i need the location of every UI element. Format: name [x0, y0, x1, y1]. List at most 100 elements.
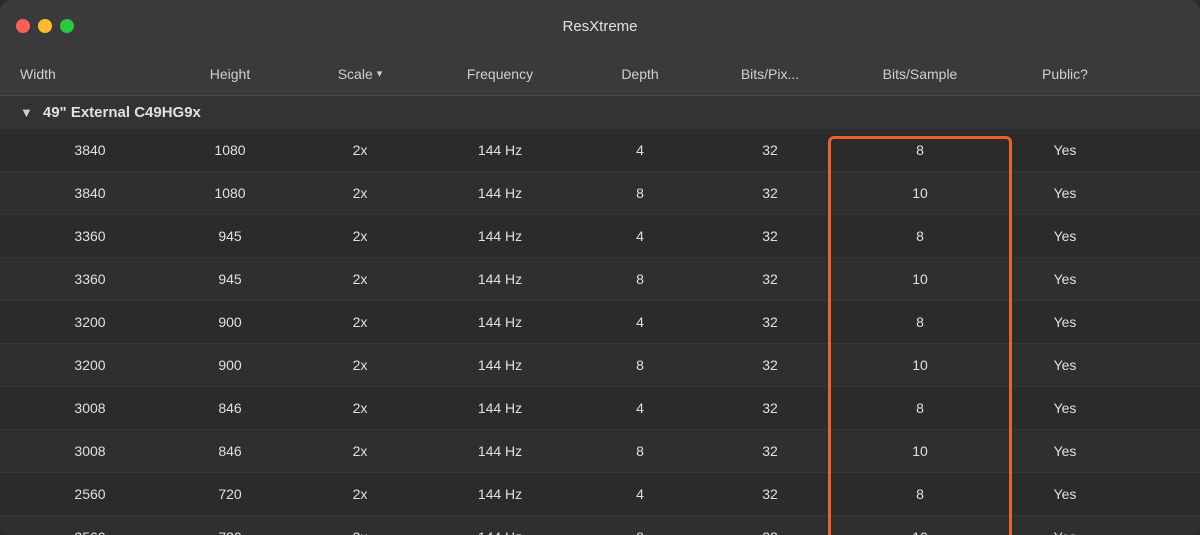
cell-width: 3008 — [20, 400, 160, 416]
cell-width: 3840 — [20, 185, 160, 201]
cell-depth: 4 — [580, 400, 700, 416]
col-header-width[interactable]: Width — [20, 66, 160, 82]
group-expand-arrow: ▼ — [20, 105, 33, 120]
cell-frequency: 144 Hz — [420, 529, 580, 535]
cell-height: 1080 — [160, 142, 300, 158]
cell-height: 846 — [160, 443, 300, 459]
cell-scale: 2x — [300, 529, 420, 535]
cell-bits-sample: 10 — [840, 185, 1000, 201]
cell-scale: 2x — [300, 314, 420, 330]
cell-width: 3200 — [20, 314, 160, 330]
cell-scale: 2x — [300, 142, 420, 158]
cell-public: Yes — [1000, 142, 1130, 158]
table-body: 384010802x144 Hz4328Yes384010802x144 Hz8… — [0, 129, 1200, 535]
cell-height: 1080 — [160, 185, 300, 201]
cell-public: Yes — [1000, 314, 1130, 330]
cell-bits-sample: 8 — [840, 142, 1000, 158]
cell-bits-pix: 32 — [700, 271, 840, 287]
cell-bits-pix: 32 — [700, 400, 840, 416]
cell-public: Yes — [1000, 271, 1130, 287]
col-header-public[interactable]: Public? — [1000, 66, 1130, 82]
cell-scale: 2x — [300, 400, 420, 416]
cell-frequency: 144 Hz — [420, 443, 580, 459]
cell-height: 900 — [160, 357, 300, 373]
cell-public: Yes — [1000, 443, 1130, 459]
table-row[interactable]: 33609452x144 Hz4328Yes — [0, 215, 1200, 258]
app-title: ResXtreme — [562, 18, 637, 35]
minimize-button[interactable] — [38, 19, 52, 33]
table-row[interactable]: 32009002x144 Hz83210Yes — [0, 344, 1200, 387]
cell-bits-sample: 8 — [840, 400, 1000, 416]
cell-public: Yes — [1000, 400, 1130, 416]
cell-depth: 4 — [580, 486, 700, 502]
cell-width: 2560 — [20, 529, 160, 535]
cell-frequency: 144 Hz — [420, 357, 580, 373]
table-row[interactable]: 25607202x144 Hz83210Yes — [0, 516, 1200, 535]
cell-width: 3360 — [20, 228, 160, 244]
cell-public: Yes — [1000, 486, 1130, 502]
table-row[interactable]: 33609452x144 Hz83210Yes — [0, 258, 1200, 301]
sort-arrow-scale: ▾ — [377, 67, 383, 80]
cell-width: 3840 — [20, 142, 160, 158]
col-header-height[interactable]: Height — [160, 66, 300, 82]
col-header-bits-sample[interactable]: Bits/Sample — [840, 66, 1000, 82]
cell-height: 945 — [160, 228, 300, 244]
cell-height: 720 — [160, 486, 300, 502]
cell-frequency: 144 Hz — [420, 400, 580, 416]
group-header[interactable]: ▼ 49" External C49HG9x — [0, 96, 1200, 129]
cell-frequency: 144 Hz — [420, 314, 580, 330]
cell-bits-pix: 32 — [700, 529, 840, 535]
cell-public: Yes — [1000, 228, 1130, 244]
cell-bits-sample: 10 — [840, 357, 1000, 373]
cell-scale: 2x — [300, 357, 420, 373]
cell-public: Yes — [1000, 529, 1130, 535]
table-container: 384010802x144 Hz4328Yes384010802x144 Hz8… — [0, 129, 1200, 535]
column-headers: Width Height Scale ▾ Frequency Depth Bit… — [0, 52, 1200, 96]
cell-bits-pix: 32 — [700, 357, 840, 373]
table-row[interactable]: 384010802x144 Hz4328Yes — [0, 129, 1200, 172]
cell-bits-sample: 8 — [840, 314, 1000, 330]
cell-frequency: 144 Hz — [420, 271, 580, 287]
table-row[interactable]: 384010802x144 Hz83210Yes — [0, 172, 1200, 215]
cell-public: Yes — [1000, 357, 1130, 373]
col-header-depth[interactable]: Depth — [580, 66, 700, 82]
cell-height: 846 — [160, 400, 300, 416]
table-row[interactable]: 30088462x144 Hz4328Yes — [0, 387, 1200, 430]
cell-frequency: 144 Hz — [420, 185, 580, 201]
cell-bits-pix: 32 — [700, 443, 840, 459]
table-row[interactable]: 30088462x144 Hz83210Yes — [0, 430, 1200, 473]
cell-width: 3200 — [20, 357, 160, 373]
col-header-frequency[interactable]: Frequency — [420, 66, 580, 82]
cell-scale: 2x — [300, 271, 420, 287]
cell-width: 3008 — [20, 443, 160, 459]
cell-bits-sample: 10 — [840, 529, 1000, 535]
cell-depth: 8 — [580, 443, 700, 459]
cell-scale: 2x — [300, 228, 420, 244]
cell-scale: 2x — [300, 185, 420, 201]
cell-bits-pix: 32 — [700, 142, 840, 158]
group-title: 49" External C49HG9x — [43, 104, 201, 121]
cell-frequency: 144 Hz — [420, 486, 580, 502]
cell-depth: 8 — [580, 185, 700, 201]
close-button[interactable] — [16, 19, 30, 33]
cell-width: 2560 — [20, 486, 160, 502]
cell-bits-sample: 8 — [840, 228, 1000, 244]
cell-frequency: 144 Hz — [420, 228, 580, 244]
cell-bits-sample: 8 — [840, 486, 1000, 502]
cell-scale: 2x — [300, 486, 420, 502]
table-row[interactable]: 25607202x144 Hz4328Yes — [0, 473, 1200, 516]
col-header-bits-pix[interactable]: Bits/Pix... — [700, 66, 840, 82]
table-row[interactable]: 32009002x144 Hz4328Yes — [0, 301, 1200, 344]
col-header-scale[interactable]: Scale ▾ — [300, 66, 420, 82]
cell-depth: 4 — [580, 142, 700, 158]
cell-bits-pix: 32 — [700, 228, 840, 244]
cell-scale: 2x — [300, 443, 420, 459]
cell-height: 945 — [160, 271, 300, 287]
cell-depth: 8 — [580, 271, 700, 287]
cell-bits-pix: 32 — [700, 314, 840, 330]
cell-width: 3360 — [20, 271, 160, 287]
maximize-button[interactable] — [60, 19, 74, 33]
cell-height: 900 — [160, 314, 300, 330]
cell-public: Yes — [1000, 185, 1130, 201]
cell-bits-sample: 10 — [840, 271, 1000, 287]
